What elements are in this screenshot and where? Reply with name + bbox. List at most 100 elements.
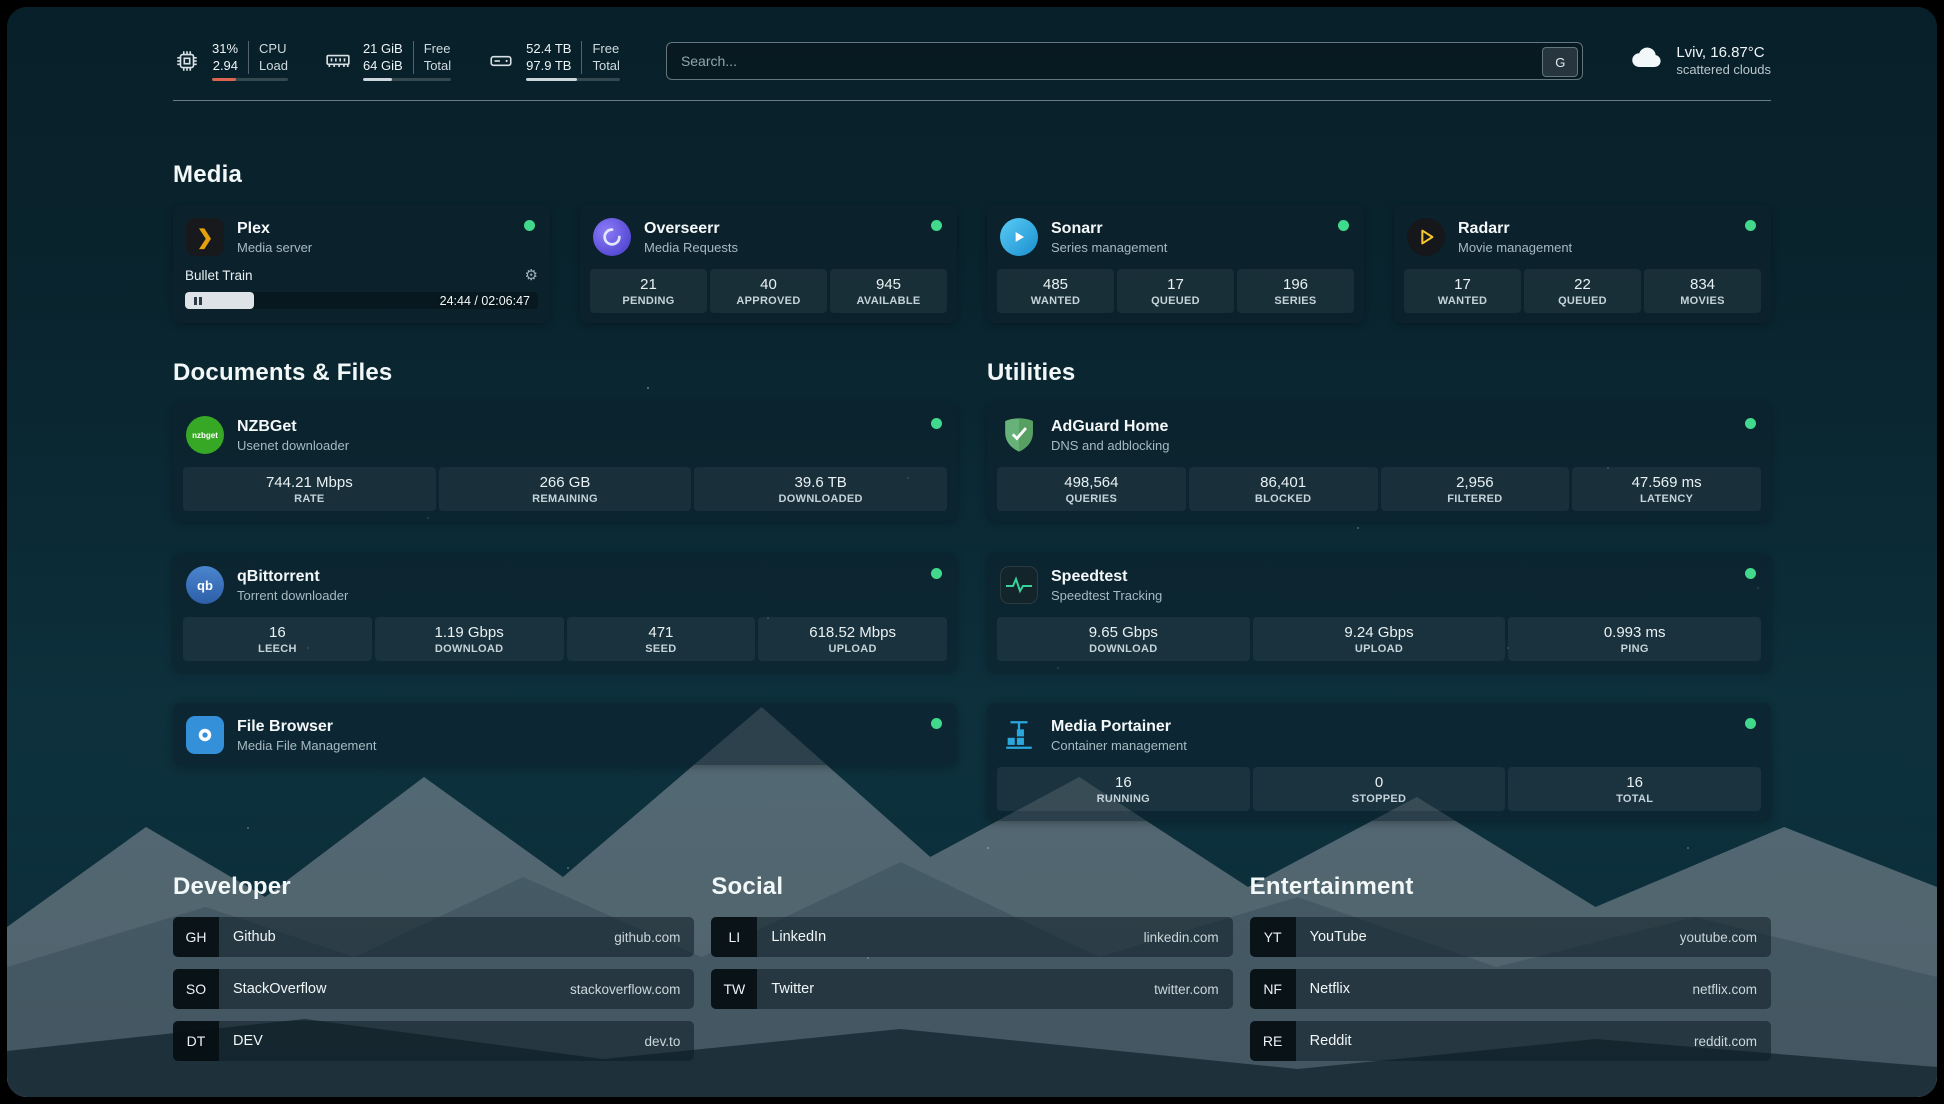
- stat-value: 16: [1001, 774, 1246, 791]
- service-card-radarr: RadarrMovie management17WANTED22QUEUED83…: [1394, 205, 1771, 323]
- overseerr-icon[interactable]: [592, 217, 632, 257]
- cpu-widget: 31% CPU 2.94 Load: [173, 41, 288, 82]
- stat-label: LATENCY: [1576, 493, 1757, 505]
- stat-value: 17: [1121, 276, 1230, 293]
- memory-bar: [363, 78, 451, 81]
- dashboard-page: 31% CPU 2.94 Load: [7, 7, 1937, 1097]
- bookmark-dev[interactable]: DTDEVdev.to: [173, 1021, 694, 1061]
- nzbget-icon[interactable]: nzbget: [185, 415, 225, 455]
- speedtest-icon[interactable]: [999, 565, 1039, 605]
- bookmark-stackoverflow[interactable]: SOStackOverflowstackoverflow.com: [173, 969, 694, 1009]
- radarr-icon[interactable]: [1406, 217, 1446, 257]
- bookmark-list-entertainment: YTYouTubeyoutube.com NFNetflixnetflix.com…: [1250, 917, 1771, 1061]
- stat-approved: 40APPROVED: [710, 269, 827, 313]
- memory-label-free: Free: [413, 41, 451, 58]
- service-name[interactable]: Plex: [237, 219, 312, 238]
- weather-location-temp: Lviv, 16.87°C: [1676, 43, 1771, 63]
- bookmark-group-entertainment: EntertainmentYTYouTubeyoutube.comNFNetfl…: [1250, 873, 1771, 1061]
- service-name[interactable]: Overseerr: [644, 219, 738, 238]
- bookmark-name: Twitter: [757, 969, 1154, 1009]
- bookmark-abbr: NF: [1250, 969, 1296, 1009]
- bookmark-group-title-social: Social: [711, 873, 1232, 901]
- memory-free: 21 GiB: [363, 41, 413, 58]
- adguard-icon[interactable]: [999, 415, 1039, 455]
- player-time: 24:44 / 02:06:47: [440, 294, 530, 308]
- service-name[interactable]: Speedtest: [1051, 567, 1162, 586]
- stat-running: 16RUNNING: [997, 767, 1250, 811]
- stat-queries: 498,564QUERIES: [997, 467, 1186, 511]
- bookmark-github[interactable]: GHGithubgithub.com: [173, 917, 694, 957]
- qbittorrent-icon[interactable]: qb: [185, 565, 225, 605]
- stat-value: 39.6 TB: [698, 474, 943, 491]
- service-stats: 16RUNNING0STOPPED16TOTAL: [997, 767, 1761, 811]
- service-info: SpeedtestSpeedtest Tracking: [1051, 567, 1162, 603]
- bookmark-url: linkedin.com: [1144, 917, 1233, 957]
- stat-value: 498,564: [1001, 474, 1182, 491]
- stat-movies: 834MOVIES: [1644, 269, 1761, 313]
- stat-blocked: 86,401BLOCKED: [1189, 467, 1378, 511]
- media-grid: ❯PlexMedia serverBullet Train⚙24:44 / 02…: [173, 205, 1771, 323]
- bookmark-url: stackoverflow.com: [570, 969, 694, 1009]
- service-subtitle: Usenet downloader: [237, 438, 349, 453]
- service-subtitle: DNS and adblocking: [1051, 438, 1170, 453]
- stat-value: 0: [1257, 774, 1502, 791]
- stat-value: 40: [714, 276, 823, 293]
- service-subtitle: Media Requests: [644, 240, 738, 255]
- stat-ping: 0.993 msPING: [1508, 617, 1761, 661]
- service-name[interactable]: Radarr: [1458, 219, 1572, 238]
- bookmark-linkedin[interactable]: LILinkedInlinkedin.com: [711, 917, 1232, 957]
- service-card-nzbget: nzbgetNZBGetUsenet downloader744.21 Mbps…: [173, 403, 957, 521]
- bookmark-abbr: TW: [711, 969, 757, 1009]
- weather-condition: scattered clouds: [1676, 62, 1771, 79]
- stat-label: SERIES: [1241, 295, 1350, 307]
- service-name[interactable]: Sonarr: [1051, 219, 1167, 238]
- stat-label: WANTED: [1408, 295, 1517, 307]
- stat-value: 266 GB: [443, 474, 688, 491]
- disk-bar: [526, 78, 620, 81]
- stat-value: 945: [834, 276, 943, 293]
- bookmark-abbr: YT: [1250, 917, 1296, 957]
- stat-latency: 47.569 msLATENCY: [1572, 467, 1761, 511]
- search-input[interactable]: [666, 42, 1583, 80]
- service-header: qbqBittorrentTorrent downloader: [183, 563, 947, 605]
- search-provider-button[interactable]: G: [1542, 47, 1578, 77]
- stat-value: 471: [571, 624, 752, 641]
- group-cards-documents-files: nzbgetNZBGetUsenet downloader744.21 Mbps…: [173, 403, 957, 765]
- service-name[interactable]: AdGuard Home: [1051, 417, 1170, 436]
- portainer-icon[interactable]: [999, 715, 1039, 755]
- bookmark-name: Netflix: [1296, 969, 1693, 1009]
- bookmark-abbr: RE: [1250, 1021, 1296, 1061]
- plex-icon[interactable]: ❯: [185, 217, 225, 257]
- memory-label-total: Total: [413, 58, 451, 75]
- bookmark-youtube[interactable]: YTYouTubeyoutube.com: [1250, 917, 1771, 957]
- disk-widget: 52.4 TB Free 97.9 TB Total: [487, 41, 620, 82]
- cpu-label-top: CPU: [248, 41, 288, 58]
- status-dot: [931, 568, 942, 579]
- stat-value: 21: [594, 276, 703, 293]
- service-name[interactable]: Media Portainer: [1051, 717, 1187, 736]
- sonarr-icon[interactable]: [999, 217, 1039, 257]
- service-subtitle: Container management: [1051, 738, 1187, 753]
- service-name[interactable]: File Browser: [237, 717, 376, 736]
- bookmark-abbr: GH: [173, 917, 219, 957]
- bookmark-name: DEV: [219, 1021, 645, 1061]
- disk-stats: 52.4 TB Free 97.9 TB Total: [526, 41, 620, 82]
- stat-label: DOWNLOAD: [1001, 643, 1246, 655]
- gear-icon[interactable]: ⚙: [525, 266, 538, 284]
- service-header: nzbget NZBGet Usenet downloader: [183, 413, 947, 455]
- bookmark-group-developer: DeveloperGHGithubgithub.comSOStackOverfl…: [173, 873, 694, 1061]
- service-info: NZBGet Usenet downloader: [237, 417, 349, 453]
- stat-value: 0.993 ms: [1512, 624, 1757, 641]
- service-info: AdGuard Home DNS and adblocking: [1051, 417, 1170, 453]
- filebrowser-icon[interactable]: [185, 715, 225, 755]
- section-media: Media ❯PlexMedia serverBullet Train⚙24:4…: [173, 161, 1771, 323]
- bookmarks-grid: DeveloperGHGithubgithub.comSOStackOverfl…: [173, 873, 1771, 1093]
- stat-label: QUEUED: [1121, 295, 1230, 307]
- stat-label: BLOCKED: [1193, 493, 1374, 505]
- service-name[interactable]: qBittorrent: [237, 567, 348, 586]
- service-info: Overseerr Media Requests: [644, 219, 738, 255]
- bookmark-netflix[interactable]: NFNetflixnetflix.com: [1250, 969, 1771, 1009]
- service-name[interactable]: NZBGet: [237, 417, 349, 436]
- bookmark-twitter[interactable]: TWTwittertwitter.com: [711, 969, 1232, 1009]
- bookmark-reddit[interactable]: RERedditreddit.com: [1250, 1021, 1771, 1061]
